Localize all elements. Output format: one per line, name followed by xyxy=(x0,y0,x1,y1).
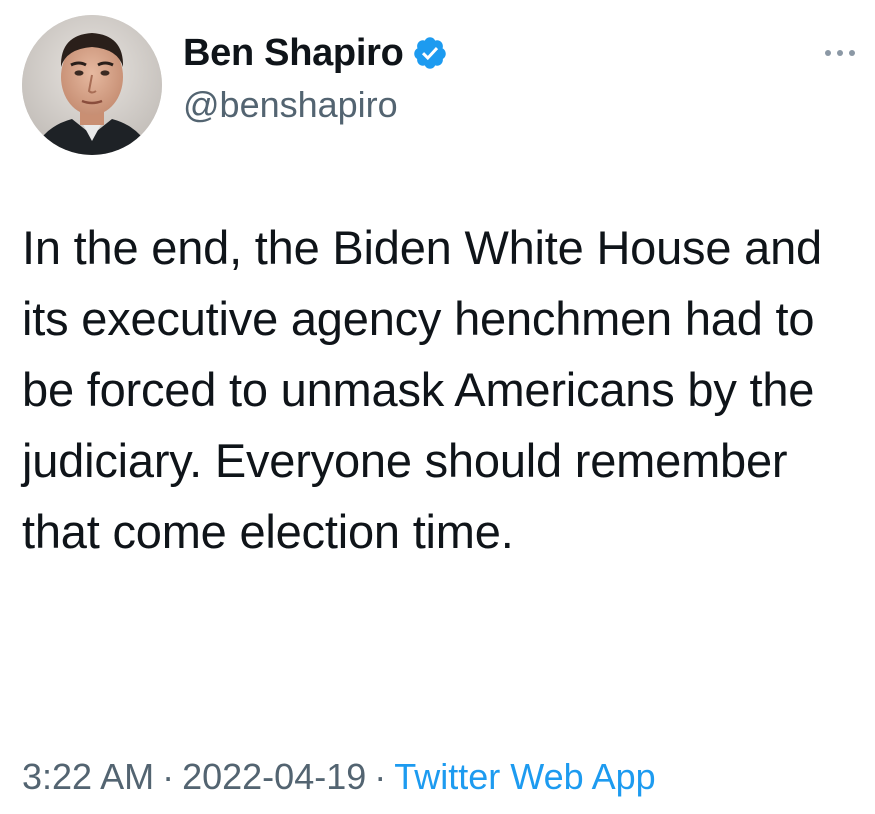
tweet-text: In the end, the Biden White House and it… xyxy=(22,221,822,558)
separator: · xyxy=(162,756,175,797)
tweet-time[interactable]: 3:22 AM xyxy=(22,756,154,797)
source-link[interactable]: Twitter Web App xyxy=(394,756,655,797)
tweet-card: Ben Shapiro @benshapiro In the end, the … xyxy=(0,0,875,814)
tweet-date[interactable]: 2022-04-19 xyxy=(182,756,366,797)
user-handle[interactable]: @benshapiro xyxy=(183,84,448,126)
author-block: Ben Shapiro @benshapiro xyxy=(183,30,448,126)
more-dots-icon[interactable] xyxy=(818,43,862,63)
name-row: Ben Shapiro xyxy=(183,30,448,76)
tweet-meta: 3:22 AM · 2022-04-19 · Twitter Web App xyxy=(22,756,656,798)
avatar[interactable] xyxy=(22,15,162,155)
separator: · xyxy=(374,756,387,797)
verified-badge-icon xyxy=(412,35,448,71)
profile-photo xyxy=(22,15,162,155)
display-name[interactable]: Ben Shapiro xyxy=(183,32,404,75)
